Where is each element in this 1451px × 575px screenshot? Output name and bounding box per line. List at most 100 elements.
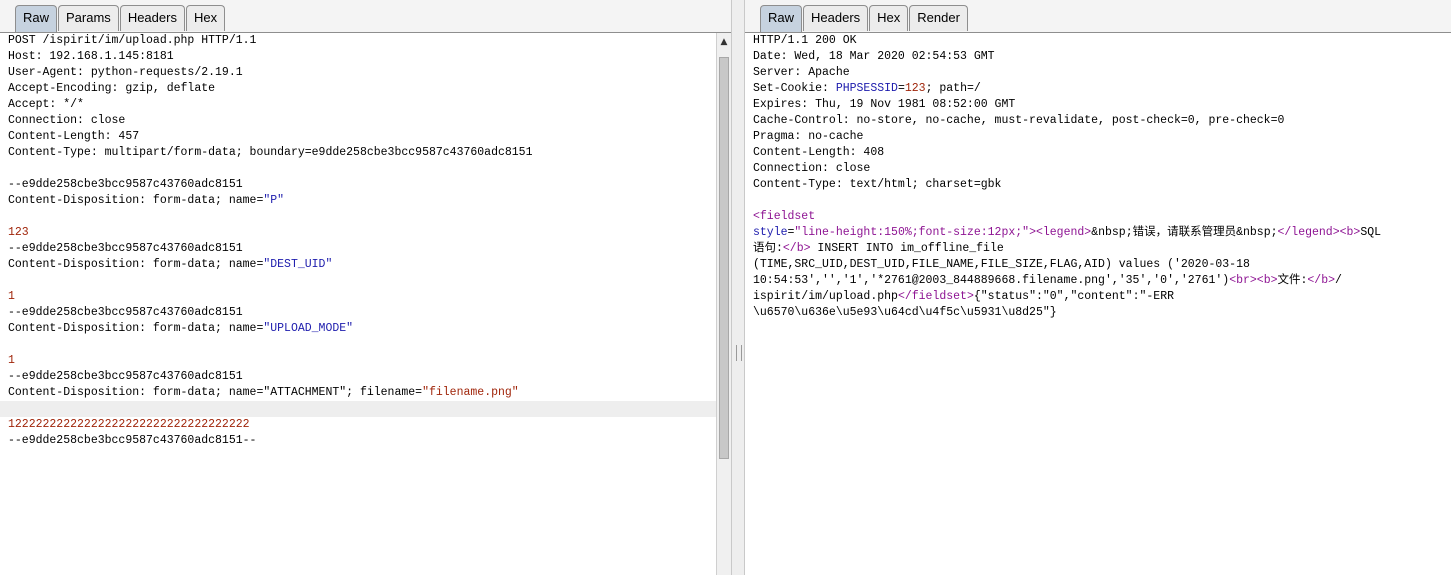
response-line: Server: Apache [745, 65, 1451, 81]
request-tab-headers[interactable]: Headers [119, 5, 185, 31]
response-token: = [897, 82, 905, 95]
request-line: --e9dde258cbe3bcc9587c43760adc8151 [0, 369, 717, 385]
response-editor[interactable]: HTTP/1.1 200 OK Date: Wed, 18 Mar 2020 02… [745, 33, 1451, 575]
request-token: 12222222222222222222222222222222222 [8, 418, 250, 431]
response-token: Connection: close [753, 162, 871, 175]
request-line: 12222222222222222222222222222222222 [0, 417, 717, 433]
response-line: \u6570\u636e\u5e93\u64cd\u4f5c\u5931\u8d… [745, 305, 1451, 321]
response-token: 文件: [1277, 274, 1308, 287]
response-token: style [753, 226, 788, 239]
scroll-thumb[interactable] [719, 57, 729, 459]
request-token: Connection: close [8, 114, 126, 127]
request-line: Content-Disposition: form-data; name="DE… [0, 257, 717, 273]
request-editor[interactable]: POST /ispirit/im/upload.php HTTP/1.1 Host… [0, 33, 717, 575]
response-line: Date: Wed, 18 Mar 2020 02:54:53 GMT [745, 49, 1451, 65]
request-line: 123 [0, 225, 717, 241]
request-token: Content-Disposition: form-data; name= [8, 258, 264, 271]
response-line: ispirit/im/upload.php</fieldset>{"status… [745, 289, 1451, 305]
response-tab-raw[interactable]: Raw [760, 5, 803, 32]
request-line: Connection: close [0, 113, 717, 129]
response-tab-bar: Raw Headers Hex Render [745, 0, 1451, 33]
response-token: 10:54:53','','1','*2761@2003_844889668.f… [753, 274, 1230, 287]
response-tab-hex[interactable]: Hex [869, 5, 909, 31]
response-token: Cache-Control: no-store, no-cache, must-… [753, 114, 1285, 127]
response-line: (TIME,SRC_UID,DEST_UID,FILE_NAME,FILE_SI… [745, 257, 1451, 273]
request-line [0, 209, 717, 225]
response-token: <br><b> [1229, 274, 1278, 287]
response-token: Date: Wed, 18 Mar 2020 02:54:53 GMT [753, 50, 995, 63]
request-token: Content-Length: 457 [8, 130, 140, 143]
request-token: --e9dde258cbe3bcc9587c43760adc8151 [8, 370, 243, 383]
request-token: "filename.png" [422, 386, 519, 399]
response-token: &nbsp;错误，请联系管理员&nbsp; [1091, 226, 1278, 239]
request-line: --e9dde258cbe3bcc9587c43760adc8151 [0, 177, 717, 193]
response-token: / [1335, 274, 1342, 287]
response-line: Content-Length: 408 [745, 145, 1451, 161]
response-line: Content-Type: text/html; charset=gbk [745, 177, 1451, 193]
request-token: "DEST_UID" [263, 258, 333, 271]
request-tab-raw[interactable]: Raw [15, 5, 58, 32]
response-token: </b> [1307, 274, 1336, 287]
response-line: HTTP/1.1 200 OK [745, 33, 1451, 49]
splitter-grip-icon[interactable] [736, 345, 742, 361]
request-token: Content-Disposition: form-data; name="AT… [8, 386, 423, 399]
request-token: Accept-Encoding: gzip, deflate [8, 82, 216, 95]
request-line: --e9dde258cbe3bcc9587c43760adc8151 [0, 305, 717, 321]
response-token: <fieldset [753, 210, 816, 223]
request-tab-bar: Raw Params Headers Hex [0, 0, 731, 33]
request-token: --e9dde258cbe3bcc9587c43760adc8151-- [8, 434, 257, 447]
request-token: Content-Type: multipart/form-data; bound… [8, 146, 533, 159]
request-token: 1 [8, 290, 15, 303]
response-line: 语句:</b> INSERT INTO im_offline_file [745, 241, 1451, 257]
request-line: Content-Disposition: form-data; name="P" [0, 193, 717, 209]
request-line: --e9dde258cbe3bcc9587c43760adc8151 [0, 241, 717, 257]
request-line: Content-Type: multipart/form-data; bound… [0, 145, 717, 161]
response-pane: Raw Headers Hex Render HTTP/1.1 200 OK Date:… [745, 0, 1451, 575]
request-line: Content-Length: 457 [0, 129, 717, 145]
request-line [0, 401, 717, 417]
response-tab-render[interactable]: Render [909, 5, 968, 31]
response-token: "line-height:150%;font-size:12px;" [794, 226, 1030, 239]
response-line: 10:54:53','','1','*2761@2003_844889668.f… [745, 273, 1451, 289]
request-line: Host: 192.168.1.145:8181 [0, 49, 717, 65]
response-token: (TIME,SRC_UID,DEST_UID,FILE_NAME,FILE_SI… [753, 258, 1250, 271]
request-vertical-scrollbar[interactable]: ▲ [716, 33, 731, 575]
request-token: Content-Disposition: form-data; name= [8, 194, 264, 207]
response-token: 123 [904, 82, 926, 95]
response-tabs: Raw Headers Hex Render [760, 5, 969, 32]
request-token: "P" [263, 194, 285, 207]
request-line: --e9dde258cbe3bcc9587c43760adc8151-- [0, 433, 717, 449]
response-token: Set-Cookie: [753, 82, 836, 95]
response-token: ><legend> [1029, 226, 1092, 239]
request-tab-hex[interactable]: Hex [185, 5, 226, 31]
response-token: \u6570\u636e\u5e93\u64cd\u4f5c\u5931\u8d… [753, 306, 1057, 319]
response-line: Pragma: no-cache [745, 129, 1451, 145]
response-token: ispirit/im/upload.php [753, 290, 898, 303]
response-token: Content-Length: 408 [753, 146, 885, 159]
request-line: Content-Disposition: form-data; name="UP… [0, 321, 717, 337]
request-tabs: Raw Params Headers Hex [15, 5, 226, 32]
request-token: POST /ispirit/im/upload.php HTTP/1.1 [8, 34, 257, 47]
pane-splitter[interactable] [731, 0, 745, 575]
request-token: User-Agent: python-requests/2.19.1 [8, 66, 243, 79]
response-token: 语句: [753, 242, 783, 255]
response-line: style="line-height:150%;font-size:12px;"… [745, 225, 1451, 241]
request-line: 1 [0, 353, 717, 369]
response-token: {"status":"0","content":"-ERR [973, 290, 1174, 303]
response-token: PHPSESSID [835, 82, 898, 95]
response-tab-headers[interactable]: Headers [803, 5, 869, 31]
response-line: Expires: Thu, 19 Nov 1981 08:52:00 GMT [745, 97, 1451, 113]
response-token: ; path=/ [925, 82, 981, 95]
request-pane: Raw Params Headers Hex POST /ispirit/im/upl… [0, 0, 731, 575]
request-line: POST /ispirit/im/upload.php HTTP/1.1 [0, 33, 717, 49]
response-line: Set-Cookie: PHPSESSID=123; path=/ [745, 81, 1451, 97]
response-token: </fieldset> [897, 290, 974, 303]
request-line: Accept: */* [0, 97, 717, 113]
request-tab-params[interactable]: Params [58, 5, 119, 31]
response-token: Pragma: no-cache [753, 130, 864, 143]
scroll-up-arrow-icon[interactable]: ▲ [717, 35, 731, 49]
response-line: Connection: close [745, 161, 1451, 177]
response-token: Server: Apache [753, 66, 850, 79]
request-token: --e9dde258cbe3bcc9587c43760adc8151 [8, 242, 243, 255]
request-line [0, 273, 717, 289]
